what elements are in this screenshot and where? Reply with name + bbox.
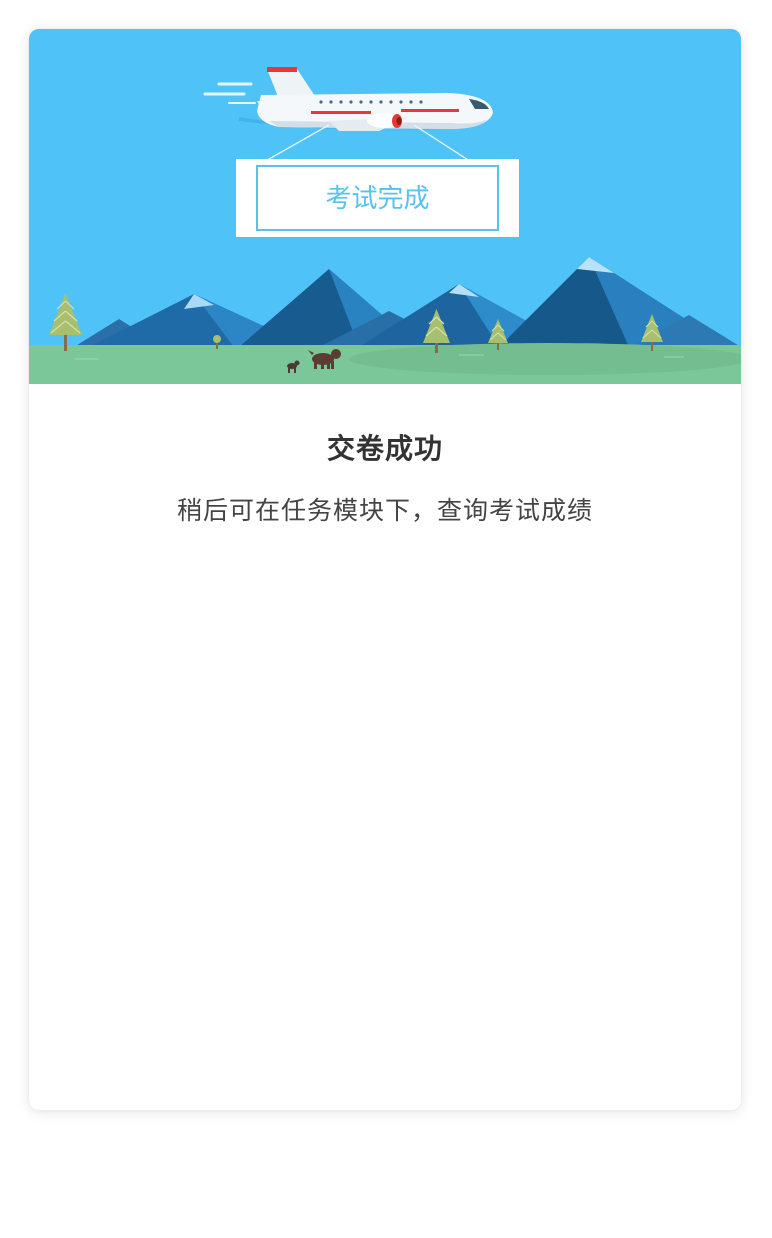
exam-complete-sign: 考试完成 [236, 159, 519, 237]
page: 考试完成 交卷成功 稍后可在任务模块下，查询考试成绩 [0, 0, 772, 1238]
sign-text: 考试完成 [325, 184, 429, 214]
banner-illustration: 考试完成 [29, 29, 741, 384]
grass-shade [349, 343, 741, 375]
result-title: 交卷成功 [326, 432, 443, 465]
exam-complete-banner: 考试完成 [29, 29, 741, 384]
result-card: 考试完成 交卷成功 稍后可在任务模块下，查询考试成绩 [29, 29, 741, 1110]
result-message: 稍后可在任务模块下，查询考试成绩 [176, 496, 593, 525]
